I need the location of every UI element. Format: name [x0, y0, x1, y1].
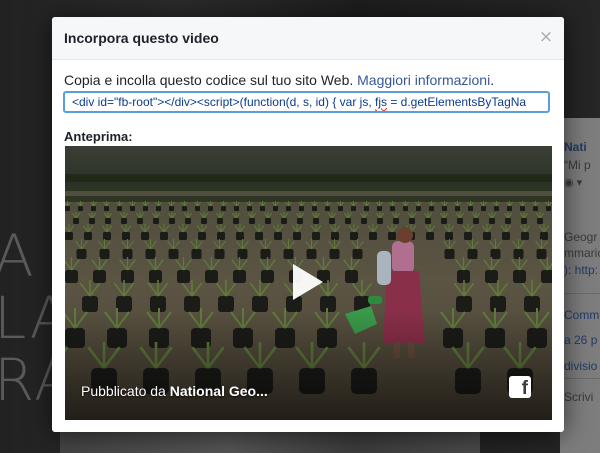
embed-video-dialog: Incorpora questo video × Copia e incolla… [52, 17, 564, 432]
write-comment-field[interactable]: Scrivi [564, 390, 600, 404]
divider [560, 293, 600, 294]
embed-code-field[interactable]: <div id="fb-root"></div><script>(functio… [63, 91, 550, 113]
divider [560, 378, 600, 379]
instructions-period: . [490, 72, 495, 88]
video-preview[interactable]: Pubblicato da National Geo... f [65, 146, 552, 420]
globe-icon: ◉ ▾ [564, 177, 583, 189]
embed-code-text[interactable]: <div id="fb-root"></div><script>(functio… [72, 95, 526, 109]
close-icon[interactable]: × [538, 29, 554, 46]
spellcheck-word: fjs [375, 95, 387, 109]
background-side-panel: Nati “Mi p ◉ ▾ Geogr mmario ): http: Com… [560, 118, 600, 453]
post-text-line: mmario [564, 246, 600, 260]
video-caption: Pubblicato da National Geo... [81, 383, 268, 399]
facebook-logo-icon[interactable]: f [509, 376, 531, 399]
embed-code-part: = d.getElementsByTagNa [387, 95, 527, 109]
date-link[interactable]: a 26 p [564, 333, 600, 347]
dialog-title: Incorpora questo video [64, 30, 219, 46]
page-name-link[interactable]: Nati [564, 140, 600, 154]
background-strip [60, 432, 480, 453]
caption-prefix: Pubblicato da [81, 383, 170, 399]
play-icon[interactable] [290, 262, 326, 302]
caption-author-link[interactable]: National Geo... [170, 383, 268, 399]
embed-code-part: <div id="fb-root"></div><script>(functio… [72, 95, 375, 109]
comment-link[interactable]: Comm [564, 308, 600, 322]
dialog-header: Incorpora questo video × [52, 17, 564, 60]
share-link[interactable]: divisio [564, 359, 600, 373]
preview-label: Anteprima: [64, 129, 133, 144]
facebook-logo-glyph: f [521, 378, 528, 399]
post-quote: “Mi p [564, 158, 591, 172]
post-text-line: Geogr [564, 230, 598, 244]
post-link[interactable]: ): http: [564, 263, 600, 277]
more-info-link[interactable]: Maggiori informazioni [357, 72, 490, 88]
instructions-label: Copia e incolla questo codice sul tuo si… [64, 72, 354, 88]
instructions-text: Copia e incolla questo codice sul tuo si… [64, 72, 494, 88]
